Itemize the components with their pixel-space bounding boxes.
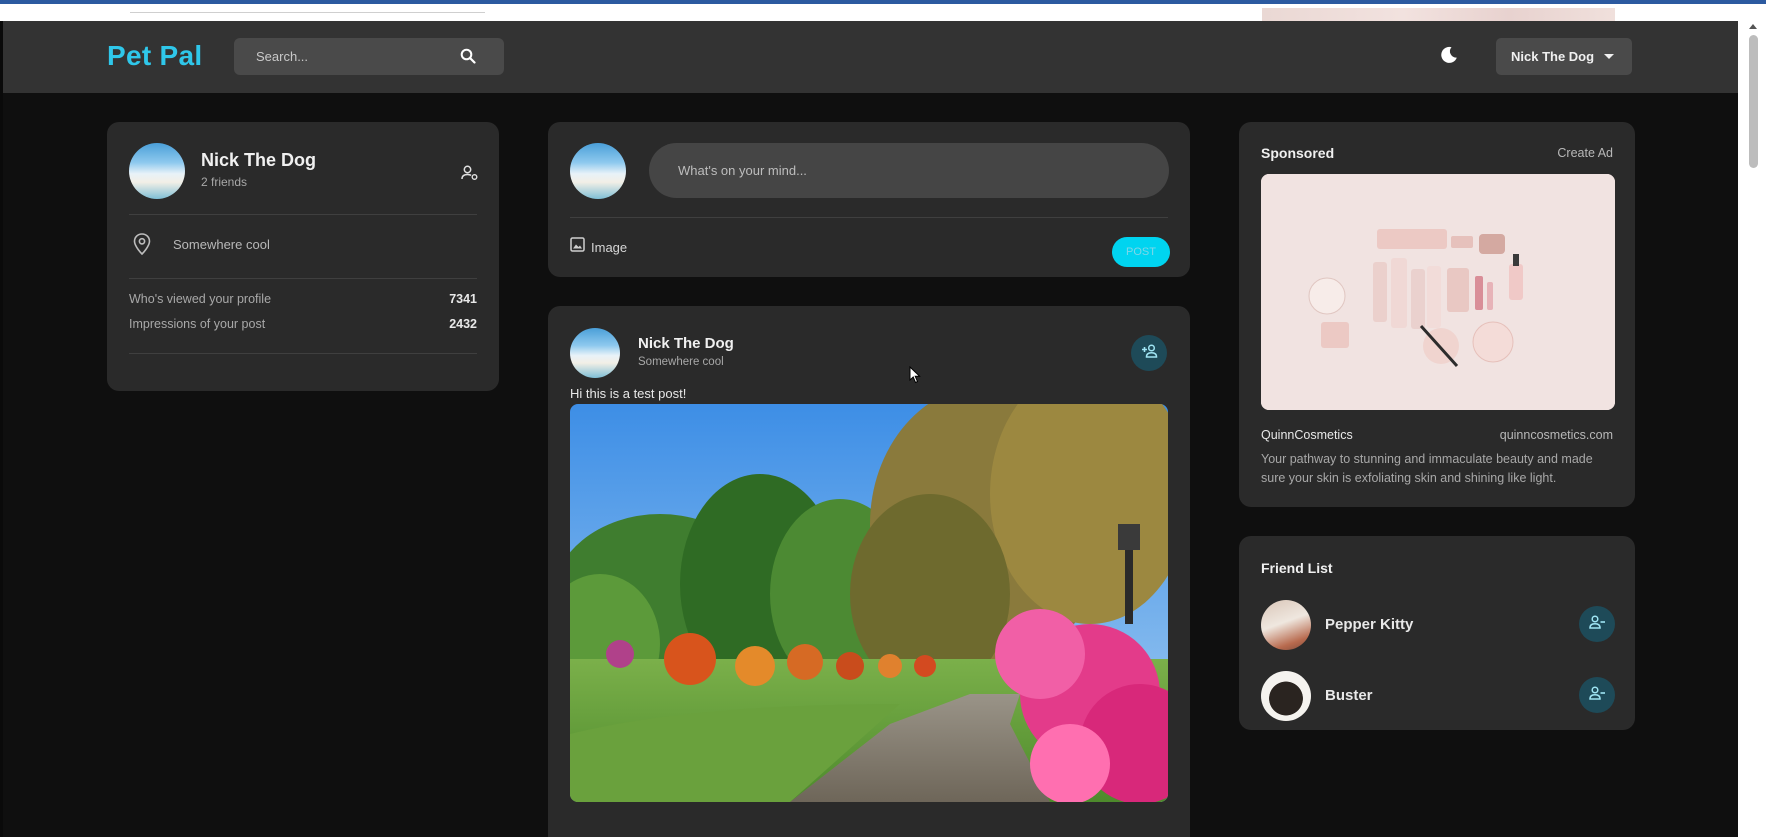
post-text: Hi this is a test post! bbox=[570, 386, 687, 401]
remove-friend-button[interactable] bbox=[1579, 606, 1615, 642]
friend-name[interactable]: Buster bbox=[1325, 687, 1373, 704]
browser-top-strip bbox=[0, 0, 1766, 25]
create-ad-link[interactable]: Create Ad bbox=[1557, 146, 1613, 160]
stat-label-impressions: Impressions of your post bbox=[129, 317, 266, 331]
sponsored-description-line1: Your pathway to stunning and immaculate … bbox=[1261, 452, 1593, 466]
avatar[interactable] bbox=[1261, 600, 1311, 650]
feed-post: Nick The Dog Somewhere cool Hi this is a… bbox=[548, 306, 1190, 837]
top-strip-line bbox=[130, 12, 485, 13]
scroll-up-arrow-icon[interactable] bbox=[1749, 24, 1757, 29]
sponsored-title: Sponsored bbox=[1261, 145, 1335, 161]
avatar[interactable] bbox=[1261, 671, 1311, 721]
composer-divider bbox=[570, 217, 1168, 218]
user-select-dropdown[interactable]: Nick The Dog bbox=[1496, 38, 1632, 75]
sponsored-brand[interactable]: QuinnCosmetics bbox=[1261, 428, 1353, 442]
chevron-down-icon bbox=[1604, 54, 1614, 59]
post-input[interactable]: What's on your mind... bbox=[649, 143, 1169, 198]
stat-label-profile-views: Who's viewed your profile bbox=[129, 292, 272, 306]
app-root: Pet Pal Nick The Dog Nick The Dog 2 frie… bbox=[3, 21, 1738, 837]
search-box bbox=[234, 38, 504, 75]
post-author-name[interactable]: Nick The Dog bbox=[638, 335, 734, 352]
sponsored-url[interactable]: quinncosmetics.com bbox=[1500, 428, 1613, 442]
sponsored-description-line2: sure your skin is exfoliating skin and s… bbox=[1261, 471, 1557, 485]
avatar[interactable] bbox=[570, 328, 620, 378]
dark-mode-icon[interactable] bbox=[1439, 45, 1459, 70]
app-logo[interactable]: Pet Pal bbox=[107, 40, 202, 72]
remove-person-icon bbox=[1588, 685, 1606, 705]
profile-friends-count: 2 friends bbox=[201, 175, 248, 189]
profile-location: Somewhere cool bbox=[173, 237, 270, 252]
page-scrollbar[interactable] bbox=[1738, 21, 1766, 837]
sponsored-widget: Sponsored Create Ad QuinnCosmetics quinn… bbox=[1239, 122, 1635, 507]
stat-value-impressions: 2432 bbox=[449, 317, 477, 331]
avatar[interactable] bbox=[129, 143, 185, 199]
add-person-icon bbox=[1140, 343, 1158, 363]
post-input-placeholder: What's on your mind... bbox=[678, 163, 807, 178]
remove-friend-button[interactable] bbox=[1579, 677, 1615, 713]
post-button[interactable]: POST bbox=[1112, 237, 1170, 267]
profile-divider bbox=[129, 214, 477, 215]
add-friend-button[interactable] bbox=[1131, 335, 1167, 371]
profile-name[interactable]: Nick The Dog bbox=[201, 150, 316, 171]
profile-divider bbox=[129, 278, 477, 279]
post-author-location: Somewhere cool bbox=[638, 356, 724, 368]
navbar: Pet Pal Nick The Dog bbox=[3, 21, 1738, 93]
add-image-label: Image bbox=[591, 239, 628, 255]
profile-widget: Nick The Dog 2 friends Somewhere cool Wh… bbox=[107, 122, 499, 391]
search-input[interactable] bbox=[234, 38, 454, 75]
friend-list-title: Friend List bbox=[1261, 560, 1333, 576]
friend-name[interactable]: Pepper Kitty bbox=[1325, 616, 1413, 633]
avatar[interactable] bbox=[570, 143, 626, 199]
user-select-value: Nick The Dog bbox=[1511, 49, 1595, 64]
post-composer: What's on your mind... Image POST bbox=[548, 122, 1190, 277]
search-icon[interactable] bbox=[460, 48, 476, 69]
profile-divider bbox=[129, 353, 477, 354]
post-image[interactable] bbox=[570, 404, 1168, 802]
friend-list-widget: Friend List Pepper Kitty Buster bbox=[1239, 536, 1635, 730]
remove-person-icon bbox=[1588, 614, 1606, 634]
image-icon bbox=[570, 237, 585, 257]
scrollbar-thumb[interactable] bbox=[1749, 35, 1758, 168]
add-image-button[interactable]: Image bbox=[570, 237, 627, 257]
manage-account-icon[interactable] bbox=[461, 165, 479, 186]
sponsored-ad-image[interactable] bbox=[1261, 174, 1615, 410]
mouse-cursor-icon bbox=[909, 365, 921, 389]
stat-value-profile-views: 7341 bbox=[449, 292, 477, 306]
location-pin-icon bbox=[133, 233, 151, 260]
